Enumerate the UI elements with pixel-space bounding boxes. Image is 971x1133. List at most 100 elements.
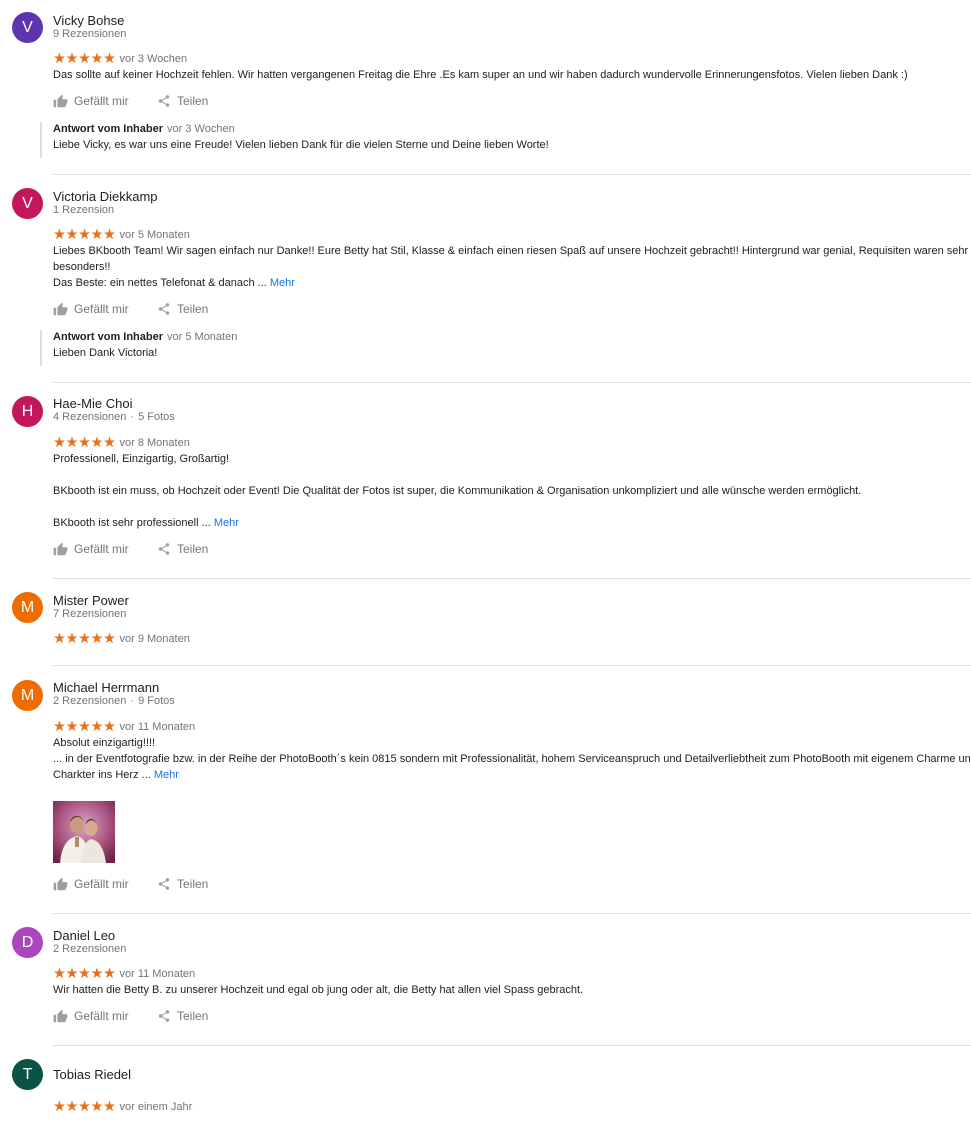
more-link[interactable]: Mehr [214, 517, 239, 529]
reviewer-name[interactable]: Daniel Leo [53, 928, 115, 944]
like-button[interactable]: Gefällt mir [53, 1008, 157, 1024]
review-text: Professionell, Einzigartig, Großartig! B… [53, 451, 971, 531]
share-button[interactable]: Teilen [157, 541, 208, 557]
review-text: Wir hatten die Betty B. zu unserer Hochz… [53, 982, 971, 998]
review-text-line [53, 467, 971, 483]
share-button[interactable]: Teilen [157, 93, 208, 109]
review-text-line: Das Beste: ein nettes Telefonat & danach… [53, 277, 267, 289]
review-date: vor 3 Wochen [119, 53, 188, 65]
avatar[interactable]: H [12, 396, 43, 427]
owner-response-text: Lieben Dank Victoria! [53, 347, 158, 359]
star-rating: ★★★★★ [53, 966, 116, 982]
avatar[interactable]: M [12, 680, 43, 711]
thumbs-up-icon [53, 1009, 68, 1023]
review-actions: Gefällt mir Teilen [53, 301, 208, 317]
review-text: Liebes BKbooth Team! Wir sagen einfach n… [53, 243, 971, 291]
review-date: vor 9 Monaten [119, 633, 190, 645]
like-button[interactable]: Gefällt mir [53, 301, 157, 317]
review-actions: Gefällt mir Teilen [53, 93, 208, 109]
reviewer-name[interactable]: Tobias Riedel [53, 1067, 131, 1083]
owner-response-text: Liebe Vicky, es war uns eine Freude! Vie… [53, 139, 549, 151]
divider [53, 382, 971, 383]
avatar[interactable]: M [12, 592, 43, 623]
thumbs-up-icon [53, 302, 68, 316]
share-button[interactable]: Teilen [157, 876, 208, 892]
like-button[interactable]: Gefällt mir [53, 876, 157, 892]
rating-row: ★★★★★ vor 8 Monaten [53, 436, 190, 451]
owner-response: Antwort vom Inhaber vor 5 Monaten Lieben … [40, 330, 237, 366]
reviewer-meta: 7 Rezensionen [53, 608, 127, 620]
rating-row: ★★★★★ vor 11 Monaten [53, 966, 196, 982]
review-actions: Gefällt mir Teilen [53, 541, 208, 557]
share-button[interactable]: Teilen [157, 301, 208, 317]
share-icon [158, 303, 170, 315]
rating-row: ★★★★★ vor einem Jahr [53, 1099, 193, 1115]
thumbs-up-icon [53, 542, 68, 556]
reviewer-name[interactable]: Hae-Mie Choi [53, 396, 132, 412]
share-label: Teilen [177, 542, 209, 556]
divider [53, 578, 971, 579]
reviewer-meta: 1 Rezension [53, 204, 115, 216]
rating-row: ★★★★★ vor 3 Wochen [53, 51, 188, 67]
owner-response-label: Antwort vom Inhaber [53, 331, 164, 343]
reviewer-meta: 2 Rezensionen · 9 Fotos [53, 695, 175, 707]
like-button[interactable]: Gefällt mir [53, 541, 157, 557]
review-text-line: Das sollte auf keiner Hochzeit fehlen. W… [53, 69, 908, 81]
more-link[interactable]: Mehr [270, 277, 295, 289]
avatar[interactable]: V [12, 12, 43, 43]
review-date: vor 8 Monaten [119, 437, 190, 449]
reviewer-name[interactable]: Mister Power [53, 593, 129, 609]
review-text-line: BKbooth ist ein muss, ob Hochzeit oder E… [53, 485, 862, 497]
owner-response-date: vor 5 Monaten [167, 331, 238, 343]
review-count: 2 Rezensionen [53, 695, 127, 707]
reviewer-name[interactable]: Victoria Diekkamp [53, 189, 158, 205]
review-date: vor einem Jahr [119, 1101, 193, 1113]
review-date: vor 11 Monaten [119, 968, 196, 980]
divider [53, 665, 971, 666]
avatar[interactable]: V [12, 188, 43, 219]
review-text: Absolut einzigartig!!!! ... in der Event… [53, 735, 971, 783]
share-label: Teilen [177, 302, 209, 316]
share-button[interactable]: Teilen [157, 1008, 208, 1024]
review-actions: Gefällt mir Teilen [53, 1008, 208, 1024]
like-button[interactable]: Gefällt mir [53, 93, 157, 109]
more-link[interactable]: Mehr [154, 769, 179, 781]
like-label: Gefällt mir [74, 94, 129, 108]
review-photo[interactable] [53, 801, 115, 863]
star-rating: ★★★★★ [53, 719, 116, 735]
share-icon [158, 878, 170, 890]
reviewer-name[interactable]: Vicky Bohse [53, 13, 124, 29]
review-text-line: Charkter ins Herz ... [53, 769, 151, 781]
thumbs-up-icon [53, 877, 68, 891]
share-icon [158, 95, 170, 107]
rating-row: ★★★★★ vor 5 Monaten [53, 227, 190, 243]
rating-row: ★★★★★ vor 9 Monaten [53, 632, 190, 647]
reviewer-meta: 2 Rezensionen [53, 943, 127, 955]
reviewer-meta: 9 Rezensionen [53, 28, 127, 40]
divider [53, 174, 971, 175]
share-label: Teilen [177, 94, 209, 108]
like-label: Gefällt mir [74, 302, 129, 316]
rating-row: ★★★★★ vor 11 Monaten [53, 719, 195, 735]
divider [53, 913, 971, 914]
share-icon [158, 543, 170, 555]
share-icon [158, 1010, 170, 1022]
photo-count: 5 Fotos [138, 411, 175, 423]
avatar[interactable]: D [12, 927, 43, 958]
reviewer-name[interactable]: Michael Herrmann [53, 680, 159, 696]
star-rating: ★★★★★ [53, 227, 116, 243]
divider [53, 1045, 971, 1046]
review-count: 4 Rezensionen [53, 411, 127, 423]
review-text-line: Professionell, Einzigartig, Großartig! [53, 453, 230, 465]
review-text-line: ... in der Eventfotografie bzw. in der R… [53, 753, 971, 765]
photo-thumbnail-image [53, 801, 115, 863]
review-text-line: BKbooth ist sehr professionell ... [53, 517, 211, 529]
avatar[interactable]: T [12, 1059, 43, 1090]
star-rating: ★★★★★ [53, 51, 116, 67]
share-label: Teilen [177, 1009, 209, 1023]
star-rating: ★★★★★ [53, 1099, 116, 1115]
share-label: Teilen [177, 877, 209, 891]
photo-count: 9 Fotos [138, 695, 175, 707]
review-text-line: Wir hatten die Betty B. zu unserer Hochz… [53, 984, 584, 996]
owner-response-label: Antwort vom Inhaber [53, 123, 164, 135]
